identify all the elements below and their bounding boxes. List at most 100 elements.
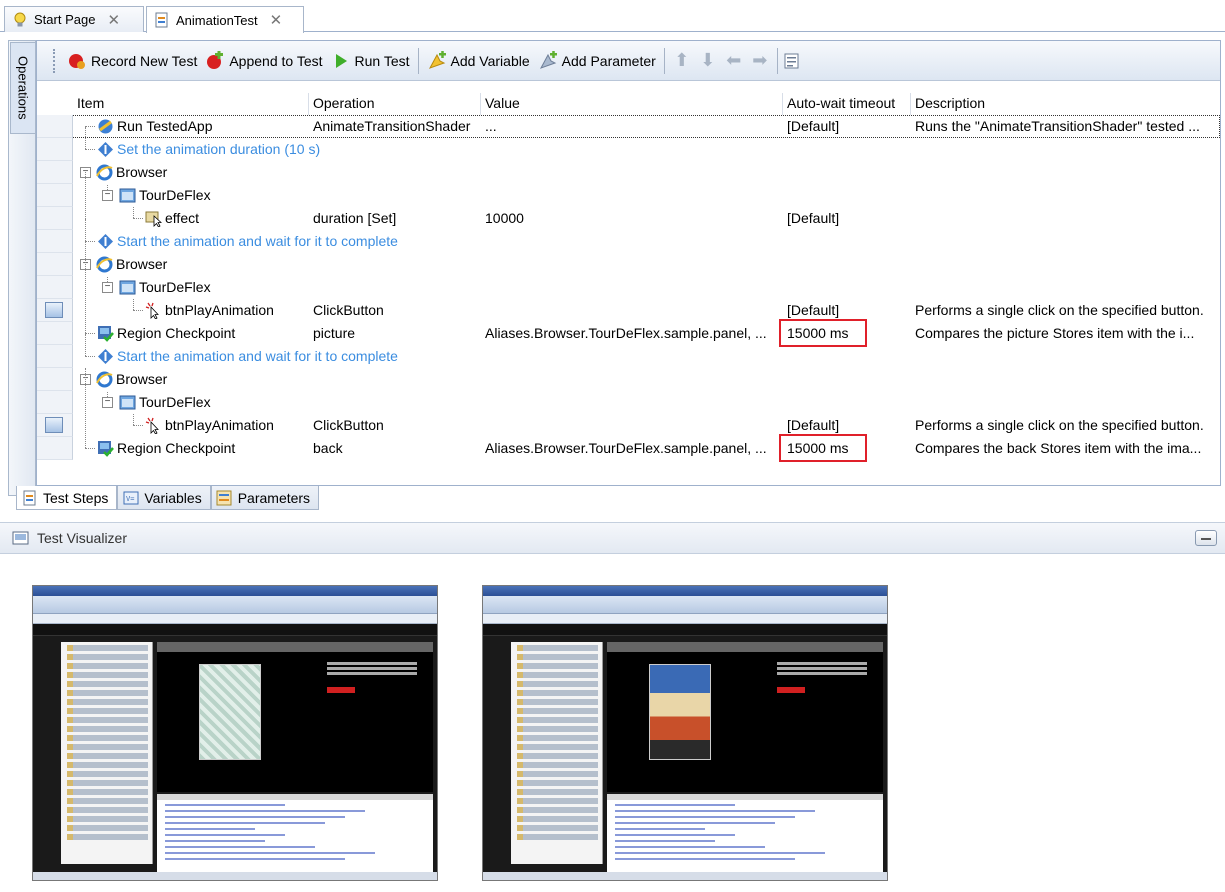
value-cell[interactable]: ... bbox=[481, 115, 783, 138]
column-header-operation[interactable]: Operation bbox=[309, 93, 481, 115]
row-selector[interactable] bbox=[37, 161, 73, 184]
operation-cell[interactable]: picture bbox=[309, 322, 481, 345]
value-cell[interactable] bbox=[481, 414, 783, 437]
table-row[interactable]: − Browser bbox=[37, 253, 1220, 276]
item-cell[interactable]: Set the animation duration (10 s) bbox=[73, 127, 320, 161]
table-row[interactable]: Start the animation and wait for it to c… bbox=[37, 334, 1220, 368]
row-selector[interactable] bbox=[37, 207, 73, 230]
column-header-item[interactable]: Item bbox=[73, 93, 309, 115]
item-cell[interactable]: Run TestedApp bbox=[73, 115, 309, 138]
row-selector[interactable] bbox=[37, 184, 73, 207]
table-row[interactable]: effect duration [Set] 10000 [Default] bbox=[37, 207, 1220, 230]
item-cell[interactable]: − TourDeFlex bbox=[73, 391, 309, 414]
value-cell[interactable]: Aliases.Browser.TourDeFlex.sample.panel,… bbox=[481, 322, 783, 345]
tab-variables[interactable]: V= Variables bbox=[117, 486, 211, 510]
add-variable-button[interactable]: Add Variable bbox=[423, 47, 534, 75]
row-selector[interactable] bbox=[37, 414, 73, 437]
description-cell[interactable]: Compares the picture Stores item with th… bbox=[911, 322, 1216, 345]
screenshot-icon[interactable] bbox=[45, 302, 63, 318]
visualizer-screenshot[interactable] bbox=[482, 585, 888, 881]
collapse-icon[interactable]: − bbox=[102, 282, 113, 293]
value-cell[interactable]: 10000 bbox=[481, 207, 783, 230]
row-selector[interactable] bbox=[37, 276, 73, 299]
operation-cell[interactable]: back bbox=[309, 437, 481, 460]
close-icon[interactable]: ✕ bbox=[107, 11, 120, 29]
move-left-icon[interactable]: ⬅ bbox=[721, 49, 747, 73]
operation-cell[interactable]: duration [Set] bbox=[309, 207, 481, 230]
description-cell[interactable]: Compares the back Stores item with the i… bbox=[911, 437, 1216, 460]
table-row[interactable]: Start the animation and wait for it to c… bbox=[37, 219, 1220, 253]
table-row[interactable]: − TourDeFlex bbox=[37, 276, 1220, 299]
row-selector[interactable] bbox=[37, 391, 73, 414]
row-selector[interactable] bbox=[37, 345, 73, 368]
auto-wait-cell[interactable]: 15000 ms bbox=[779, 319, 911, 347]
value-cell[interactable]: Aliases.Browser.TourDeFlex.sample.panel,… bbox=[481, 437, 783, 460]
row-selector[interactable] bbox=[37, 253, 73, 276]
visualizer-screenshot[interactable] bbox=[32, 585, 438, 881]
table-row[interactable]: btnPlayAnimation ClickButton [Default] P… bbox=[37, 299, 1220, 322]
description-cell[interactable]: Performs a single click on the specified… bbox=[911, 414, 1216, 437]
tab-test-steps[interactable]: Test Steps bbox=[16, 486, 118, 510]
auto-wait-cell[interactable]: 15000 ms bbox=[779, 434, 911, 462]
row-selector[interactable] bbox=[37, 437, 73, 460]
collapse-icon[interactable]: − bbox=[102, 397, 113, 408]
table-row[interactable]: Region Checkpoint picture Aliases.Browse… bbox=[37, 172, 1220, 347]
properties-icon[interactable] bbox=[782, 51, 802, 71]
operations-tab[interactable]: Operations bbox=[10, 42, 36, 134]
append-to-test-button[interactable]: Append to Test bbox=[201, 47, 326, 75]
table-row[interactable]: − TourDeFlex bbox=[37, 391, 1220, 414]
table-row[interactable]: Run TestedApp AnimateTransitionShader ..… bbox=[37, 115, 1220, 138]
close-icon[interactable]: ✕ bbox=[270, 11, 283, 29]
operation-cell[interactable]: AnimateTransitionShader bbox=[309, 115, 481, 138]
add-parameter-button[interactable]: Add Parameter bbox=[534, 47, 660, 75]
item-cell[interactable]: − Browser bbox=[73, 161, 309, 184]
operation-cell[interactable]: ClickButton bbox=[309, 299, 481, 322]
column-header-auto-wait[interactable]: Auto-wait timeout bbox=[783, 93, 911, 115]
tab-parameters[interactable]: Parameters bbox=[210, 486, 320, 510]
item-cell[interactable]: − Browser bbox=[73, 368, 309, 391]
collapse-icon[interactable]: − bbox=[102, 190, 113, 201]
description-cell[interactable] bbox=[911, 207, 1216, 230]
run-test-button[interactable]: Run Test bbox=[327, 47, 414, 75]
item-cell[interactable]: btnPlayAnimation bbox=[73, 414, 309, 437]
item-cell[interactable]: effect bbox=[73, 207, 309, 230]
tab-label: Variables bbox=[144, 489, 202, 506]
auto-wait-cell[interactable]: [Default] bbox=[783, 207, 911, 230]
item-cell[interactable]: Region Checkpoint bbox=[73, 368, 309, 460]
item-cell[interactable]: Start the animation and wait for it to c… bbox=[73, 334, 398, 368]
table-row[interactable]: − TourDeFlex bbox=[37, 184, 1220, 207]
table-row[interactable]: Set the animation duration (10 s) bbox=[37, 127, 1220, 161]
table-row[interactable]: − Browser bbox=[37, 161, 1220, 184]
row-selector[interactable] bbox=[37, 299, 73, 322]
move-up-icon[interactable]: ⬆ bbox=[669, 49, 695, 73]
column-header-description[interactable]: Description bbox=[911, 93, 1216, 115]
operation-cell[interactable]: ClickButton bbox=[309, 414, 481, 437]
table-row[interactable]: Region Checkpoint back Aliases.Browser.T… bbox=[37, 368, 1220, 462]
row-selector[interactable] bbox=[37, 138, 73, 161]
screenshot-icon[interactable] bbox=[45, 417, 63, 433]
minimize-button[interactable] bbox=[1195, 530, 1217, 546]
row-selector[interactable] bbox=[37, 368, 73, 391]
row-selector[interactable] bbox=[37, 322, 73, 345]
column-header-value[interactable]: Value bbox=[481, 93, 783, 115]
item-cell[interactable]: − Browser bbox=[73, 253, 309, 276]
description-cell[interactable]: Runs the "AnimateTransitionShader" teste… bbox=[911, 115, 1216, 138]
table-row[interactable]: btnPlayAnimation ClickButton [Default] P… bbox=[37, 414, 1220, 437]
value-cell[interactable] bbox=[481, 299, 783, 322]
toolbar-grip[interactable] bbox=[53, 48, 57, 73]
table-row[interactable]: − Browser bbox=[37, 368, 1220, 391]
auto-wait-cell[interactable]: [Default] bbox=[783, 115, 911, 138]
item-cell[interactable]: − TourDeFlex bbox=[73, 276, 309, 299]
description-cell[interactable]: Performs a single click on the specified… bbox=[911, 299, 1216, 322]
item-cell[interactable]: − TourDeFlex bbox=[73, 184, 309, 207]
tab-animation-test[interactable]: AnimationTest ✕ bbox=[146, 6, 304, 33]
row-selector[interactable] bbox=[37, 230, 73, 253]
move-right-icon[interactable]: ➡ bbox=[747, 49, 773, 73]
move-down-icon[interactable]: ⬇ bbox=[695, 49, 721, 73]
item-cell[interactable]: btnPlayAnimation bbox=[73, 299, 309, 322]
item-cell[interactable]: Start the animation and wait for it to c… bbox=[73, 219, 398, 253]
item-cell[interactable]: Region Checkpoint bbox=[73, 172, 309, 345]
row-selector[interactable] bbox=[37, 115, 73, 138]
tab-start-page[interactable]: Start Page ✕ bbox=[4, 6, 144, 32]
record-new-test-button[interactable]: Record New Test bbox=[63, 47, 201, 75]
